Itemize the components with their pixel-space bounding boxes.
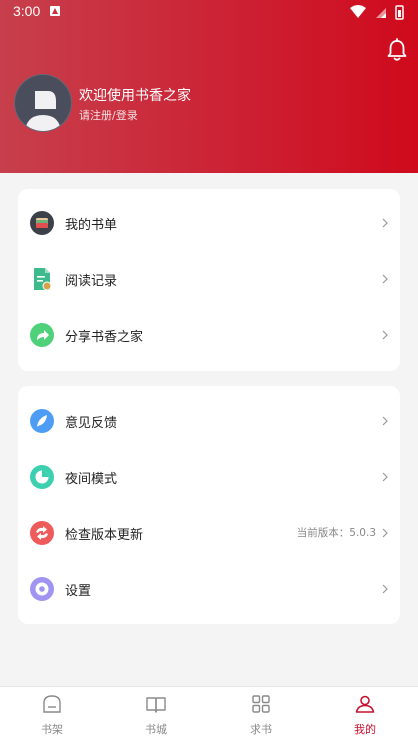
chevron-right-icon <box>382 218 388 228</box>
update-icon <box>30 521 54 545</box>
menu-item-label: 设置 <box>65 584 92 599</box>
menu-item-check-update[interactable]: 检查版本更新 当前版本：5.0.3 <box>18 505 400 561</box>
welcome-text: 欢迎使用书香之家 <box>79 88 191 104</box>
bell-icon[interactable] <box>386 38 408 62</box>
booklist-wallet-icon <box>30 211 54 235</box>
book-open-icon <box>146 697 166 713</box>
menu-item-feedback[interactable]: 意见反馈 <box>18 393 400 449</box>
tab-label: 书城 <box>145 723 167 736</box>
login-link[interactable]: 请注册/登录 <box>79 107 138 123</box>
menu-item-share[interactable]: 分享书香之家 <box>18 307 400 363</box>
share-icon <box>30 323 54 347</box>
menu-item-label: 我的书单 <box>65 218 118 233</box>
menu-item-label: 意见反馈 <box>65 416 118 431</box>
tab-request-book[interactable]: 求书 <box>209 687 313 744</box>
user-icon <box>355 695 375 713</box>
feedback-feather-icon <box>30 409 54 433</box>
tab-bookstore[interactable]: 书城 <box>104 687 208 744</box>
menu-item-label: 夜间模式 <box>65 472 118 487</box>
tab-mine[interactable]: 我的 <box>313 687 417 744</box>
avatar[interactable] <box>14 74 72 132</box>
tab-label: 求书 <box>250 723 272 736</box>
avatar-placeholder-icon <box>25 91 61 131</box>
chevron-right-icon <box>382 528 388 538</box>
tab-label: 我的 <box>354 723 376 736</box>
chevron-right-icon <box>382 330 388 340</box>
menu-item-settings[interactable]: 设置 <box>18 561 400 617</box>
current-version: 当前版本：5.0.3 <box>296 527 376 539</box>
menu-item-label: 阅读记录 <box>65 274 118 289</box>
status-time: 3:00 <box>13 3 41 19</box>
menu-card-secondary: 意见反馈 夜间模式 检查版本更新 当前版本：5.0.3 设置 <box>18 386 400 624</box>
chevron-right-icon <box>382 472 388 482</box>
profile-header: 3:00 欢迎使用书香之家 请注册/登录 <box>0 0 418 173</box>
notification-icon <box>50 6 60 16</box>
bottom-tab-bar: 书架 书城 求书 我的 <box>0 686 418 744</box>
status-icons <box>350 5 404 20</box>
chevron-right-icon <box>382 584 388 594</box>
menu-item-reading-record[interactable]: 阅读记录 <box>18 251 400 307</box>
chevron-right-icon <box>382 274 388 284</box>
menu-card-primary: 我的书单 阅读记录 分享书香之家 <box>18 189 400 371</box>
menu-item-label: 分享书香之家 <box>65 330 144 345</box>
settings-icon <box>30 577 54 601</box>
grid-icon <box>252 695 270 713</box>
chevron-right-icon <box>382 416 388 426</box>
menu-item-label: 检查版本更新 <box>65 528 144 543</box>
menu-item-booklist[interactable]: 我的书单 <box>18 195 400 251</box>
tab-label: 书架 <box>41 723 63 736</box>
menu-item-night-mode[interactable]: 夜间模式 <box>18 449 400 505</box>
tab-bookshelf[interactable]: 书架 <box>0 687 104 744</box>
reading-record-icon <box>34 268 52 291</box>
status-bar: 3:00 <box>0 0 418 24</box>
night-mode-icon <box>30 465 54 489</box>
bookshelf-icon <box>43 695 61 713</box>
